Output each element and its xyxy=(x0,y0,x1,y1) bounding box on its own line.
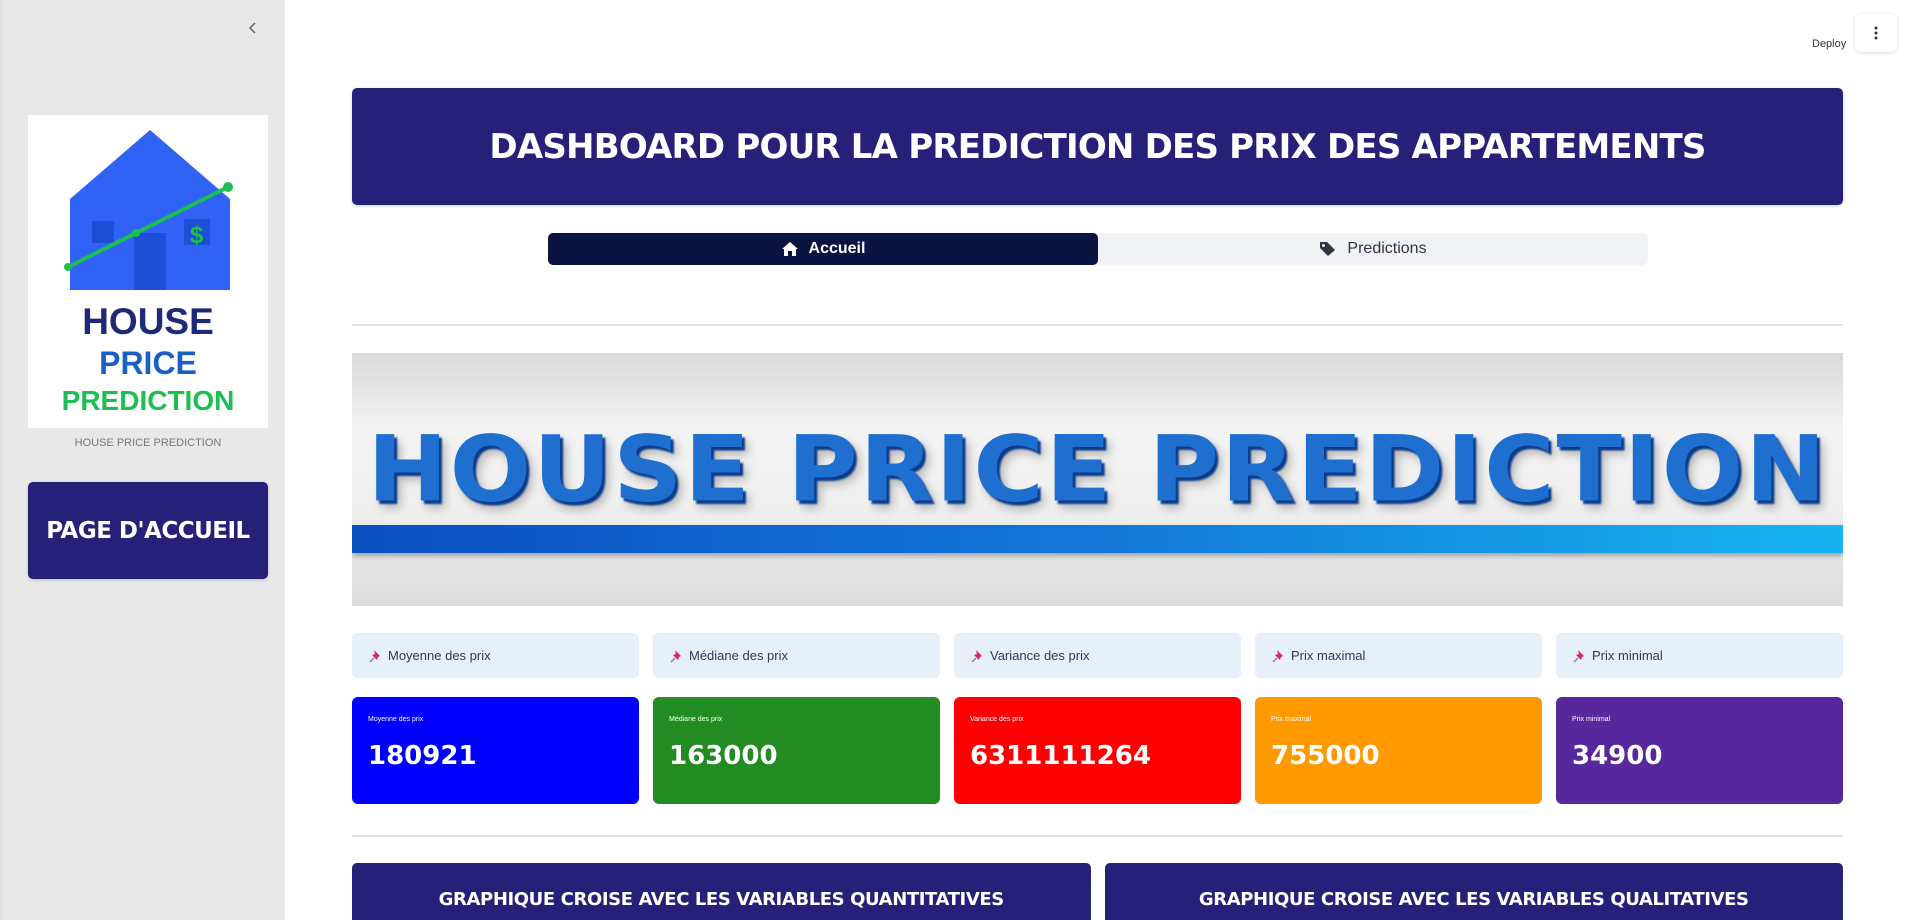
metric-label-text: Prix minimal xyxy=(1592,648,1663,663)
metric-label-text: Moyenne des prix xyxy=(388,648,491,663)
house-chart-logo-icon: $ xyxy=(64,130,233,290)
metric-label-card: Moyenne des prix xyxy=(352,633,639,678)
metric-label-card: Prix minimal xyxy=(1556,633,1843,678)
metric-card-mean: Moyenne des prix 180921 xyxy=(352,697,639,804)
vertical-dots-icon xyxy=(1874,26,1878,40)
metric-label-card: Prix maximal xyxy=(1255,633,1542,678)
metric-card-label: Prix maximal xyxy=(1271,716,1312,723)
metric-card-median: Médiane des prix 163000 xyxy=(653,697,940,804)
pushpin-icon xyxy=(1573,649,1584,663)
hero-banner-image: HOUSE PRICE PREDICTION xyxy=(352,353,1843,606)
logo-text-prediction: PREDICTION xyxy=(61,385,235,416)
svg-text:$: $ xyxy=(190,222,204,249)
divider xyxy=(352,835,1843,837)
chevron-left-icon xyxy=(248,22,256,34)
tab-accueil-label: Accueil xyxy=(808,240,866,257)
logo-text-house: HOUSE xyxy=(82,301,214,342)
section-header-qualitative: GRAPHIQUE CROISE AVEC LES VARIABLES QUAL… xyxy=(1104,863,1843,920)
metric-labels-row: Moyenne des prix Médiane des prix Varian… xyxy=(352,633,1843,678)
metric-label-text: Médiane des prix xyxy=(689,648,788,663)
metric-card-label: Moyenne des prix xyxy=(368,716,424,723)
pushpin-icon xyxy=(1272,649,1283,663)
sidebar: $ HOUSE PRICE PREDICTION HOUSE PRICE PRE… xyxy=(0,0,285,920)
tags-icon xyxy=(1320,242,1336,256)
metric-label-card: Médiane des prix xyxy=(653,633,940,678)
metric-card-value: 755000 xyxy=(1271,741,1380,771)
metric-card-value: 6311111264 xyxy=(970,741,1151,771)
tab-predictions[interactable]: Predictions xyxy=(1098,233,1648,265)
app-logo: $ HOUSE PRICE PREDICTION xyxy=(28,115,268,428)
home-page-button[interactable]: PAGE D'ACCUEIL xyxy=(28,482,268,579)
pushpin-icon xyxy=(369,649,380,663)
metric-label-text: Prix maximal xyxy=(1291,648,1366,663)
metric-card-variance: Variance des prix 6311111264 xyxy=(954,697,1241,804)
pushpin-icon xyxy=(971,649,982,663)
metric-card-value: 163000 xyxy=(669,741,778,771)
metric-card-label: Médiane des prix xyxy=(669,716,723,723)
metric-card-label: Variance des prix xyxy=(970,716,1024,723)
section-headers-row: GRAPHIQUE CROISE AVEC LES VARIABLES QUAN… xyxy=(352,863,1843,920)
divider xyxy=(352,324,1843,326)
metric-card-value: 180921 xyxy=(368,741,477,771)
deploy-button[interactable]: Deploy xyxy=(1812,38,1846,50)
hero-stripe xyxy=(352,525,1843,553)
tab-accueil[interactable]: Accueil xyxy=(548,233,1098,265)
tab-bar: Accueil Predictions xyxy=(548,233,1648,265)
metric-label-card: Variance des prix xyxy=(954,633,1241,678)
logo-caption: HOUSE PRICE PREDICTION xyxy=(74,437,222,449)
sidebar-collapse-button[interactable] xyxy=(243,16,263,40)
tab-predictions-label: Predictions xyxy=(1347,240,1427,257)
section-header-quantitative: GRAPHIQUE CROISE AVEC LES VARIABLES QUAN… xyxy=(352,863,1091,920)
hero-text: HOUSE PRICE PREDICTION xyxy=(367,415,1828,523)
main-menu-button[interactable] xyxy=(1855,14,1897,52)
page-title: DASHBOARD POUR LA PREDICTION DES PRIX DE… xyxy=(489,126,1706,167)
metric-card-max: Prix maximal 755000 xyxy=(1255,697,1542,804)
metric-cards-row: Moyenne des prix 180921 Médiane des prix… xyxy=(352,697,1843,804)
logo-text-price: PRICE xyxy=(99,345,197,381)
metric-label-text: Variance des prix xyxy=(990,648,1090,663)
pushpin-icon xyxy=(670,649,681,663)
dashboard-header: DASHBOARD POUR LA PREDICTION DES PRIX DE… xyxy=(352,88,1843,205)
metric-card-label: Prix minimal xyxy=(1572,716,1611,723)
metric-card-min: Prix minimal 34900 xyxy=(1556,697,1843,804)
house-icon xyxy=(781,242,798,256)
metric-card-value: 34900 xyxy=(1572,741,1663,771)
